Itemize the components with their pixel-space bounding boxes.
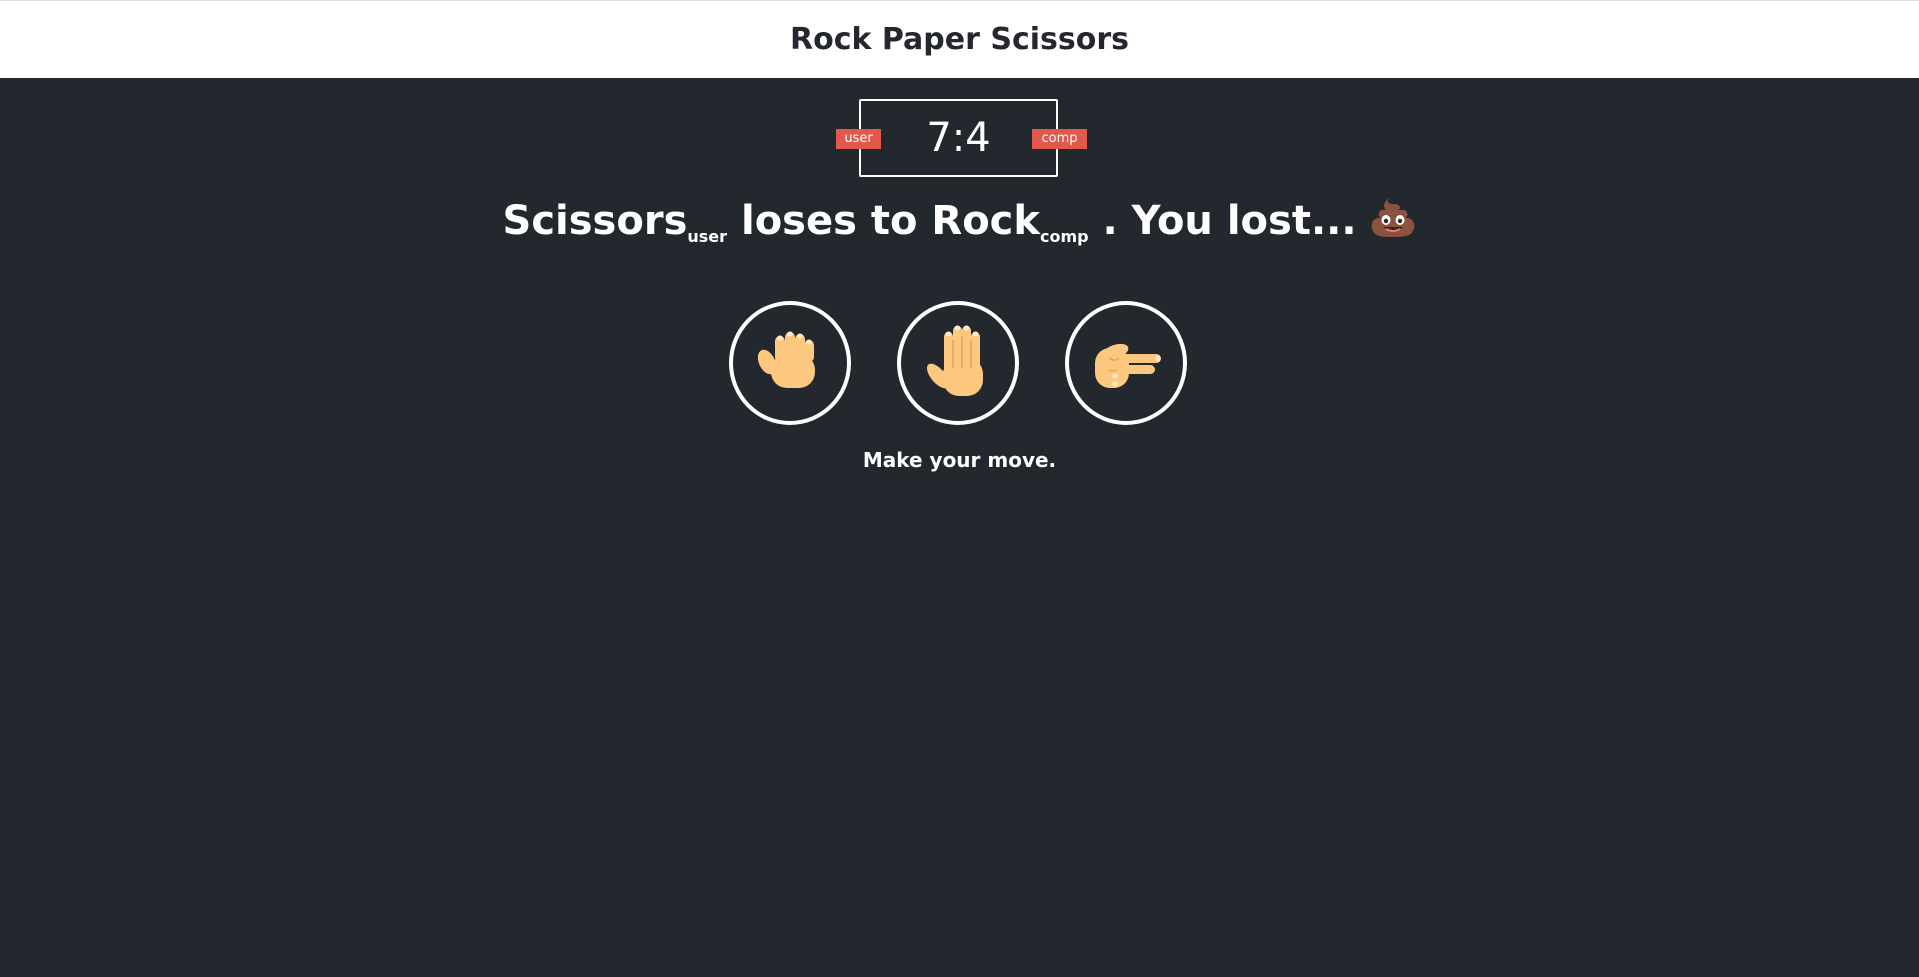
paper-hand-icon [926,325,983,396]
result-comp-choice: Rock [931,198,1040,244]
choice-buttons [0,301,1919,429]
result-message: Scissorsuser loses to Rockcomp . You los… [0,194,1919,246]
rock-button[interactable] [729,301,851,425]
result-user-choice: Scissors [502,198,688,244]
scissors-hand-icon [1095,343,1161,388]
score-value: 7:4 [926,115,991,161]
page-title: Rock Paper Scissors [789,22,1130,57]
comp-badge: comp [1032,129,1087,149]
result-comp-tag: comp [1039,227,1089,246]
poop-emoji-icon [1372,196,1415,237]
result-outcome: . You lost... [1102,198,1357,244]
action-message: Make your move. [862,448,1057,472]
result-user-tag: user [687,227,728,246]
app-header: Rock Paper Scissors [0,0,1919,78]
rock-hand-icon [757,331,815,388]
user-badge: user [836,129,881,149]
result-verb: loses to [740,198,918,244]
scoreboard: 7:4 [859,99,1058,177]
game-area: 7:4 user comp Scissorsuser loses to Rock… [0,78,1919,977]
scissors-button[interactable] [1065,301,1187,425]
paper-button[interactable] [897,301,1019,425]
